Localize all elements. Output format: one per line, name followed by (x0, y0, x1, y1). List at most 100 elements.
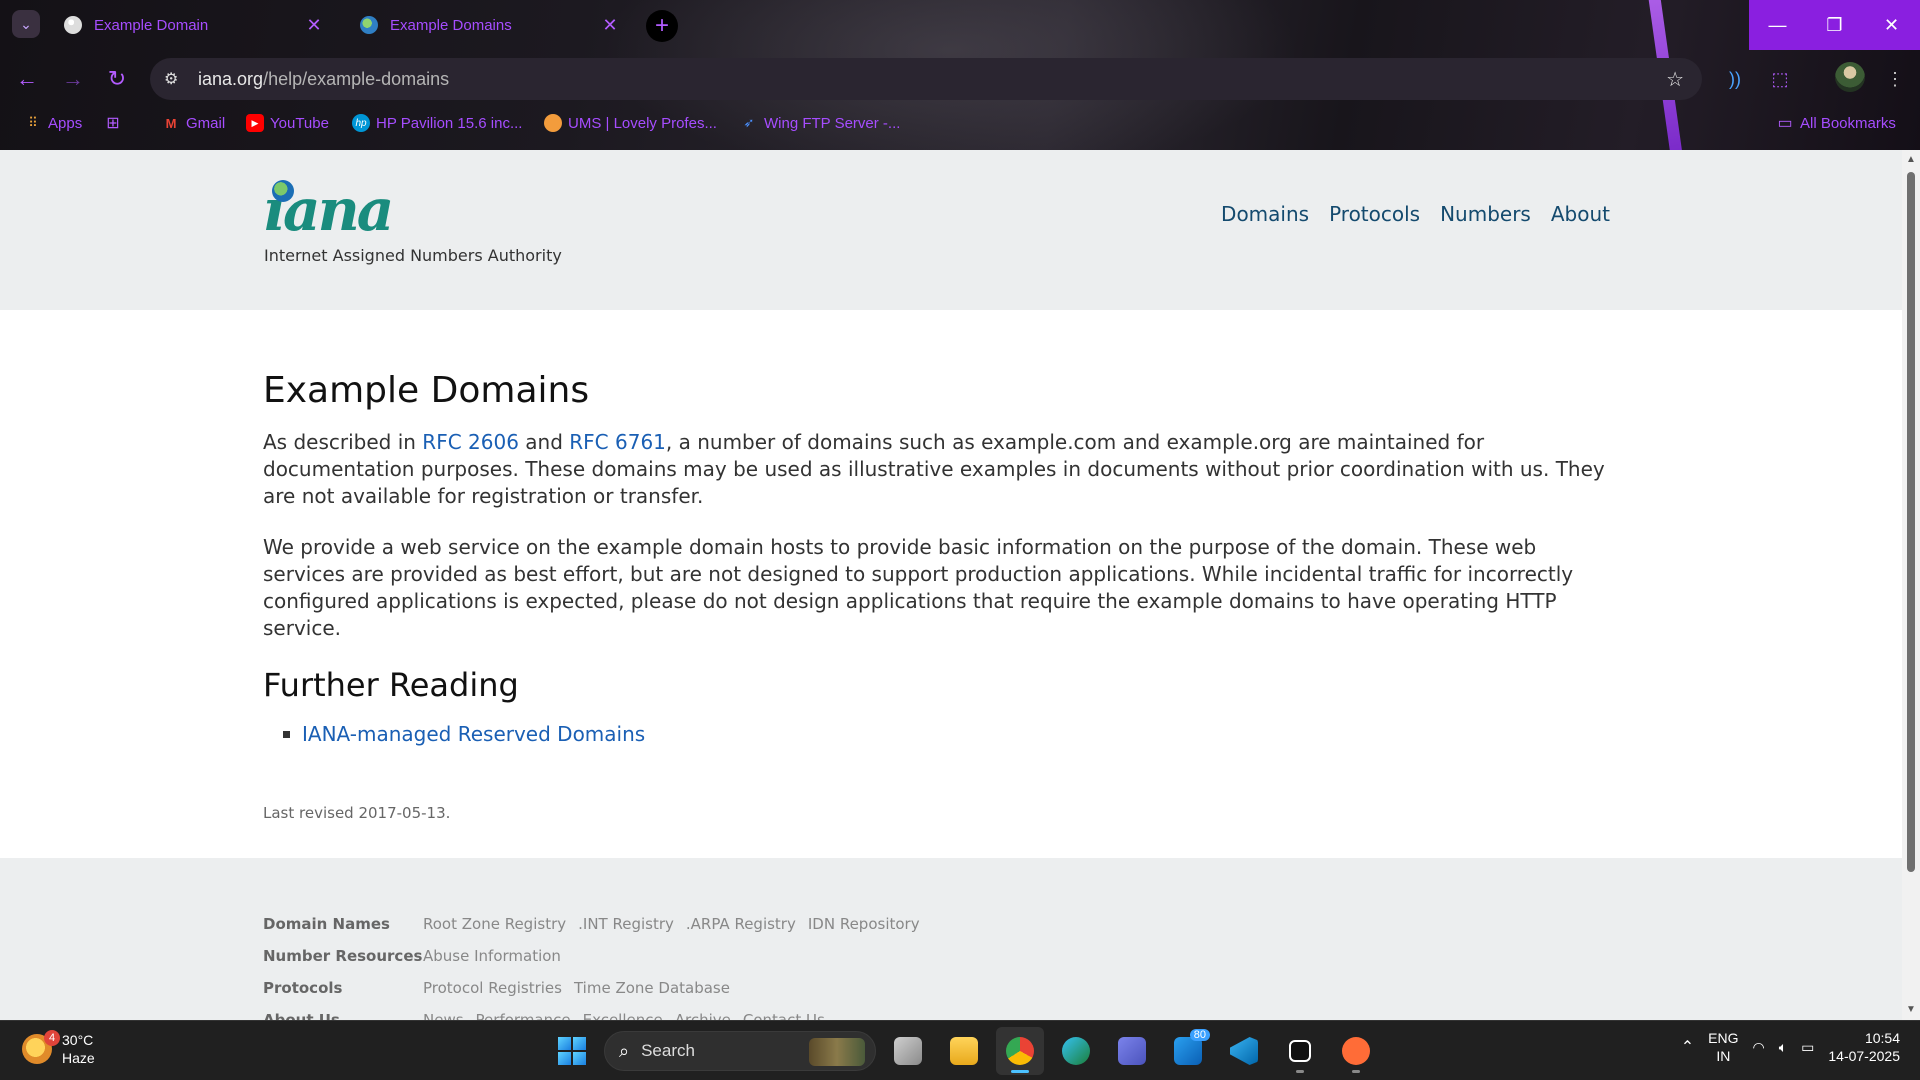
nav-protocols[interactable]: Protocols (1329, 202, 1420, 226)
footer-link[interactable]: .ARPA Registry (686, 915, 796, 933)
restore-icon[interactable]: ❐ (1806, 0, 1863, 50)
all-bookmarks-label: All Bookmarks (1800, 114, 1896, 132)
lang-primary: ENG (1708, 1030, 1739, 1046)
tab-search-dropdown-icon[interactable]: ⌄ (12, 10, 40, 38)
bullet (283, 730, 290, 738)
ums-icon (544, 114, 562, 132)
page-title: Example Domains (263, 370, 590, 411)
bookmarks-bar: ⠿ Apps ⊞ M Gmail ▶ YouTube hp HP Pavilio… (0, 110, 1920, 140)
further-reading-list: IANA-managed Reserved Domains (283, 722, 1623, 746)
profile-avatar[interactable] (1835, 62, 1865, 92)
bookmark-hp[interactable]: hp HP Pavilion 15.6 inc... (352, 114, 522, 132)
minimize-icon[interactable]: — (1749, 0, 1806, 50)
url-text[interactable]: iana.org/help/example-domains (198, 69, 449, 90)
footer-link[interactable]: IDN Repository (808, 915, 920, 933)
system-tray: ⌃ ENG IN ◠ 🔈︎ ▭ 10:54 14-07-2025 (1681, 1029, 1900, 1065)
footer-links: News Performance Excellence Archive Cont… (423, 1011, 825, 1020)
scroll-up-icon[interactable]: ▲ (1905, 154, 1917, 166)
footer-link[interactable]: Performance (476, 1011, 571, 1020)
iana-logo[interactable]: iana Internet Assigned Numbers Authority (264, 180, 562, 265)
bookmark-apps[interactable]: ⠿ Apps (24, 114, 82, 132)
footer-row: About Us News Performance Excellence Arc… (263, 1004, 920, 1020)
rfc-6761-link[interactable]: RFC 6761 (569, 430, 666, 454)
browser-toolbar: ← → ↻ ⚙ iana.org/help/example-domains ☆ … (0, 58, 1920, 100)
browser-chrome: ⌄ Example Domain ✕ Example Domains ✕ + —… (0, 0, 1920, 150)
footer-heading[interactable]: Protocols (263, 979, 423, 997)
volume-icon[interactable]: 🔈︎ (1779, 1039, 1787, 1056)
web-page: iana Internet Assigned Numbers Authority… (0, 150, 1902, 1020)
taskbar-search[interactable]: ⌕ Search (604, 1031, 876, 1071)
new-tab-button[interactable]: + (646, 10, 678, 42)
vscode-button[interactable] (1220, 1027, 1268, 1075)
gmail-icon: M (165, 115, 177, 131)
footer-link[interactable]: Root Zone Registry (423, 915, 566, 933)
list-item: IANA-managed Reserved Domains (283, 722, 1623, 746)
store-icon (1174, 1037, 1202, 1065)
footer-link[interactable]: Time Zone Database (574, 979, 730, 997)
footer-heading[interactable]: Domain Names (263, 915, 423, 933)
tab-example-domains[interactable]: Example Domains ✕ (348, 8, 632, 42)
back-icon[interactable]: ← (12, 64, 42, 94)
footer-link[interactable]: .INT Registry (578, 915, 674, 933)
bookmark-star-icon[interactable]: ☆ (1666, 67, 1684, 92)
address-bar[interactable]: ⚙ iana.org/help/example-domains ☆ (150, 58, 1702, 100)
store-button[interactable]: 80 (1164, 1027, 1212, 1075)
footer-link[interactable]: Excellence (583, 1011, 663, 1020)
page-scrollbar[interactable]: ▲ ▼ (1902, 150, 1920, 1020)
bookmark-wing-ftp[interactable]: ➶ Wing FTP Server -... (740, 114, 901, 132)
footer-links: Abuse Information (423, 947, 561, 965)
apps-grid-icon: ⠿ (28, 115, 38, 130)
edge-button[interactable] (1052, 1027, 1100, 1075)
footer-link[interactable]: Protocol Registries (423, 979, 562, 997)
scrollbar-thumb[interactable] (1907, 172, 1915, 872)
bookmark-tab-groups[interactable]: ⊞ (104, 114, 122, 132)
footer-heading[interactable]: Number Resources (263, 947, 423, 965)
footer-link[interactable]: Abuse Information (423, 947, 561, 965)
site-info-icon[interactable]: ⚙ (164, 69, 188, 89)
postman-button[interactable] (1332, 1027, 1380, 1075)
app-button[interactable] (1276, 1027, 1324, 1075)
wifi-icon[interactable]: ◠ (1753, 1039, 1765, 1056)
forward-icon[interactable]: → (58, 64, 88, 94)
footer-link[interactable]: Archive (675, 1011, 731, 1020)
teams-button[interactable] (1108, 1027, 1156, 1075)
rfc-2606-link[interactable]: RFC 2606 (422, 430, 519, 454)
reload-icon[interactable]: ↻ (102, 64, 132, 94)
start-button[interactable] (548, 1027, 596, 1075)
search-highlight-image (809, 1038, 865, 1066)
footer-row: Protocols Protocol Registries Time Zone … (263, 972, 920, 1004)
read-aloud-icon[interactable]: )) (1720, 64, 1750, 94)
close-window-icon[interactable]: ✕ (1863, 0, 1920, 50)
chevron-up-icon[interactable]: ⌃ (1681, 1037, 1694, 1057)
footer-heading[interactable]: About Us (263, 1011, 423, 1020)
tab-example-domain[interactable]: Example Domain ✕ (52, 8, 336, 42)
windows-logo-icon (558, 1037, 586, 1065)
task-view-button[interactable] (884, 1027, 932, 1075)
close-tab-icon[interactable]: ✕ (600, 15, 620, 36)
close-tab-icon[interactable]: ✕ (304, 15, 324, 36)
footer-link[interactable]: News (423, 1011, 464, 1020)
language-indicator[interactable]: ENG IN (1708, 1029, 1738, 1065)
chrome-button[interactable] (996, 1027, 1044, 1075)
bookmark-label: Apps (48, 114, 83, 132)
menu-kebab-icon[interactable]: ⋮ (1880, 64, 1910, 94)
weather-widget[interactable]: 4 30°C Haze (22, 1030, 95, 1067)
taskbar-apps: ⌕ Search 80 (548, 1027, 1380, 1075)
battery-icon[interactable]: ▭ (1801, 1039, 1814, 1056)
reserved-domains-link[interactable]: IANA-managed Reserved Domains (302, 722, 645, 746)
footer-link[interactable]: Contact Us (743, 1011, 825, 1020)
nav-domains[interactable]: Domains (1221, 202, 1309, 226)
bookmark-gmail[interactable]: M Gmail (162, 114, 226, 132)
bookmark-ums[interactable]: UMS | Lovely Profes... (544, 114, 717, 132)
scroll-down-icon[interactable]: ▼ (1905, 1004, 1917, 1016)
clock[interactable]: 10:54 14-07-2025 (1828, 1029, 1900, 1065)
site-footer: Domain Names Root Zone Registry .INT Reg… (0, 858, 1902, 1020)
logo-globe-icon (272, 180, 294, 202)
bookmark-youtube[interactable]: ▶ YouTube (246, 114, 329, 132)
nav-numbers[interactable]: Numbers (1440, 202, 1531, 226)
nav-about[interactable]: About (1551, 202, 1610, 226)
all-bookmarks-button[interactable]: ▭ All Bookmarks (1776, 114, 1896, 133)
weather-icon: 4 (22, 1030, 60, 1064)
file-explorer-button[interactable] (940, 1027, 988, 1075)
extensions-icon[interactable]: ⬚ (1765, 64, 1795, 94)
